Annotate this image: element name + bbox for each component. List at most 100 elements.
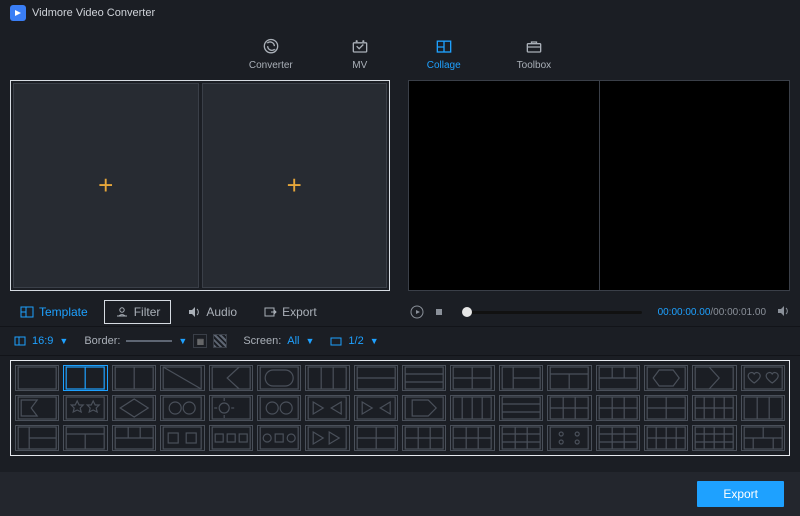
template-option-5[interactable] <box>209 365 253 391</box>
template-option-48[interactable] <box>741 425 785 451</box>
template-option-2[interactable] <box>63 365 107 391</box>
template-option-11[interactable] <box>499 365 543 391</box>
chevron-down-icon: ▼ <box>59 336 68 346</box>
template-option-45[interactable] <box>596 425 640 451</box>
template-option-25[interactable] <box>402 395 446 421</box>
template-option-17[interactable] <box>15 395 59 421</box>
template-option-34[interactable] <box>63 425 107 451</box>
border-pattern-picker[interactable] <box>213 334 227 348</box>
tab-export[interactable]: Export <box>253 300 327 324</box>
nav-toolbox-label: Toolbox <box>517 60 551 71</box>
options-row: 16:9 ▼ Border: ▼ ▦ Screen: All ▼ 1/2 ▼ <box>0 326 800 356</box>
template-option-13[interactable] <box>596 365 640 391</box>
border-style-preview[interactable] <box>126 340 172 342</box>
template-option-35[interactable] <box>112 425 156 451</box>
template-option-7[interactable] <box>305 365 349 391</box>
player-controls: 00:00:00.00/00:00:01.00 <box>410 304 790 321</box>
preview-left <box>409 81 600 290</box>
template-option-47[interactable] <box>692 425 736 451</box>
ratio-select[interactable]: 16:9 ▼ <box>14 335 68 347</box>
template-option-16[interactable] <box>741 365 785 391</box>
page-select[interactable]: 1/2 ▼ <box>330 335 378 347</box>
template-option-44[interactable] <box>547 425 591 451</box>
template-option-4[interactable] <box>160 365 204 391</box>
template-grid <box>10 360 790 456</box>
title-bar: Vidmore Video Converter <box>0 0 800 26</box>
nav-collage[interactable]: Collage <box>427 36 461 71</box>
tab-template-label: Template <box>39 305 88 319</box>
template-option-1[interactable] <box>15 365 59 391</box>
app-title: Vidmore Video Converter <box>32 7 734 19</box>
tab-filter[interactable]: Filter <box>104 300 172 324</box>
tab-audio[interactable]: Audio <box>177 300 247 324</box>
template-option-10[interactable] <box>450 365 494 391</box>
workspace: + + <box>0 80 800 294</box>
play-button[interactable] <box>410 305 424 319</box>
preview-right <box>600 81 790 290</box>
template-option-27[interactable] <box>499 395 543 421</box>
screen-label: Screen: <box>243 335 281 347</box>
template-option-22[interactable] <box>257 395 301 421</box>
export-button[interactable]: Export <box>697 481 784 507</box>
seek-knob[interactable] <box>462 307 472 317</box>
drop-cell-2[interactable]: + <box>202 83 388 288</box>
template-option-14[interactable] <box>644 365 688 391</box>
chevron-down-icon[interactable]: ▼ <box>178 336 187 346</box>
tab-audio-label: Audio <box>206 305 237 319</box>
template-option-38[interactable] <box>257 425 301 451</box>
template-option-40[interactable] <box>354 425 398 451</box>
template-option-46[interactable] <box>644 425 688 451</box>
collage-drop-area: + + <box>10 80 390 291</box>
template-option-8[interactable] <box>354 365 398 391</box>
page-value: 1/2 <box>348 335 363 347</box>
template-option-3[interactable] <box>112 365 156 391</box>
screen-value: All <box>287 335 299 347</box>
template-option-36[interactable] <box>160 425 204 451</box>
template-option-37[interactable] <box>209 425 253 451</box>
volume-icon[interactable] <box>776 304 790 321</box>
template-option-9[interactable] <box>402 365 446 391</box>
main-nav: Converter MV Collage Toolbox <box>0 26 800 80</box>
template-option-28[interactable] <box>547 395 591 421</box>
tab-export-label: Export <box>282 305 317 319</box>
nav-mv-label: MV <box>352 60 367 71</box>
template-option-30[interactable] <box>644 395 688 421</box>
footer-bar: Export <box>0 472 800 516</box>
lower-bar: Template Filter Audio Export 00:00:00.00… <box>0 298 800 326</box>
template-option-15[interactable] <box>692 365 736 391</box>
template-option-18[interactable] <box>63 395 107 421</box>
nav-collage-label: Collage <box>427 60 461 71</box>
drop-cell-1[interactable]: + <box>13 83 199 288</box>
template-option-31[interactable] <box>692 395 736 421</box>
tab-template[interactable]: Template <box>10 300 98 324</box>
template-option-39[interactable] <box>305 425 349 451</box>
stop-button[interactable] <box>432 305 446 319</box>
border-color-picker[interactable]: ▦ <box>193 334 207 348</box>
template-option-42[interactable] <box>450 425 494 451</box>
template-option-26[interactable] <box>450 395 494 421</box>
border-control: Border: ▼ ▦ <box>84 334 227 348</box>
template-option-24[interactable] <box>354 395 398 421</box>
template-option-29[interactable] <box>596 395 640 421</box>
border-label: Border: <box>84 335 120 347</box>
template-option-20[interactable] <box>160 395 204 421</box>
seek-track[interactable] <box>462 311 642 314</box>
screen-select[interactable]: Screen: All ▼ <box>243 335 314 347</box>
chevron-down-icon: ▼ <box>370 336 379 346</box>
nav-toolbox[interactable]: Toolbox <box>517 36 551 71</box>
template-option-12[interactable] <box>547 365 591 391</box>
template-option-33[interactable] <box>15 425 59 451</box>
template-option-43[interactable] <box>499 425 543 451</box>
template-option-21[interactable] <box>209 395 253 421</box>
nav-mv[interactable]: MV <box>349 36 371 71</box>
template-option-32[interactable] <box>741 395 785 421</box>
template-option-41[interactable] <box>402 425 446 451</box>
template-option-19[interactable] <box>112 395 156 421</box>
chevron-down-icon: ▼ <box>306 336 315 346</box>
template-option-23[interactable] <box>305 395 349 421</box>
plus-icon: + <box>287 170 302 201</box>
nav-converter[interactable]: Converter <box>249 36 293 71</box>
template-option-6[interactable] <box>257 365 301 391</box>
preview-panel <box>408 80 790 291</box>
ratio-value: 16:9 <box>32 335 53 347</box>
